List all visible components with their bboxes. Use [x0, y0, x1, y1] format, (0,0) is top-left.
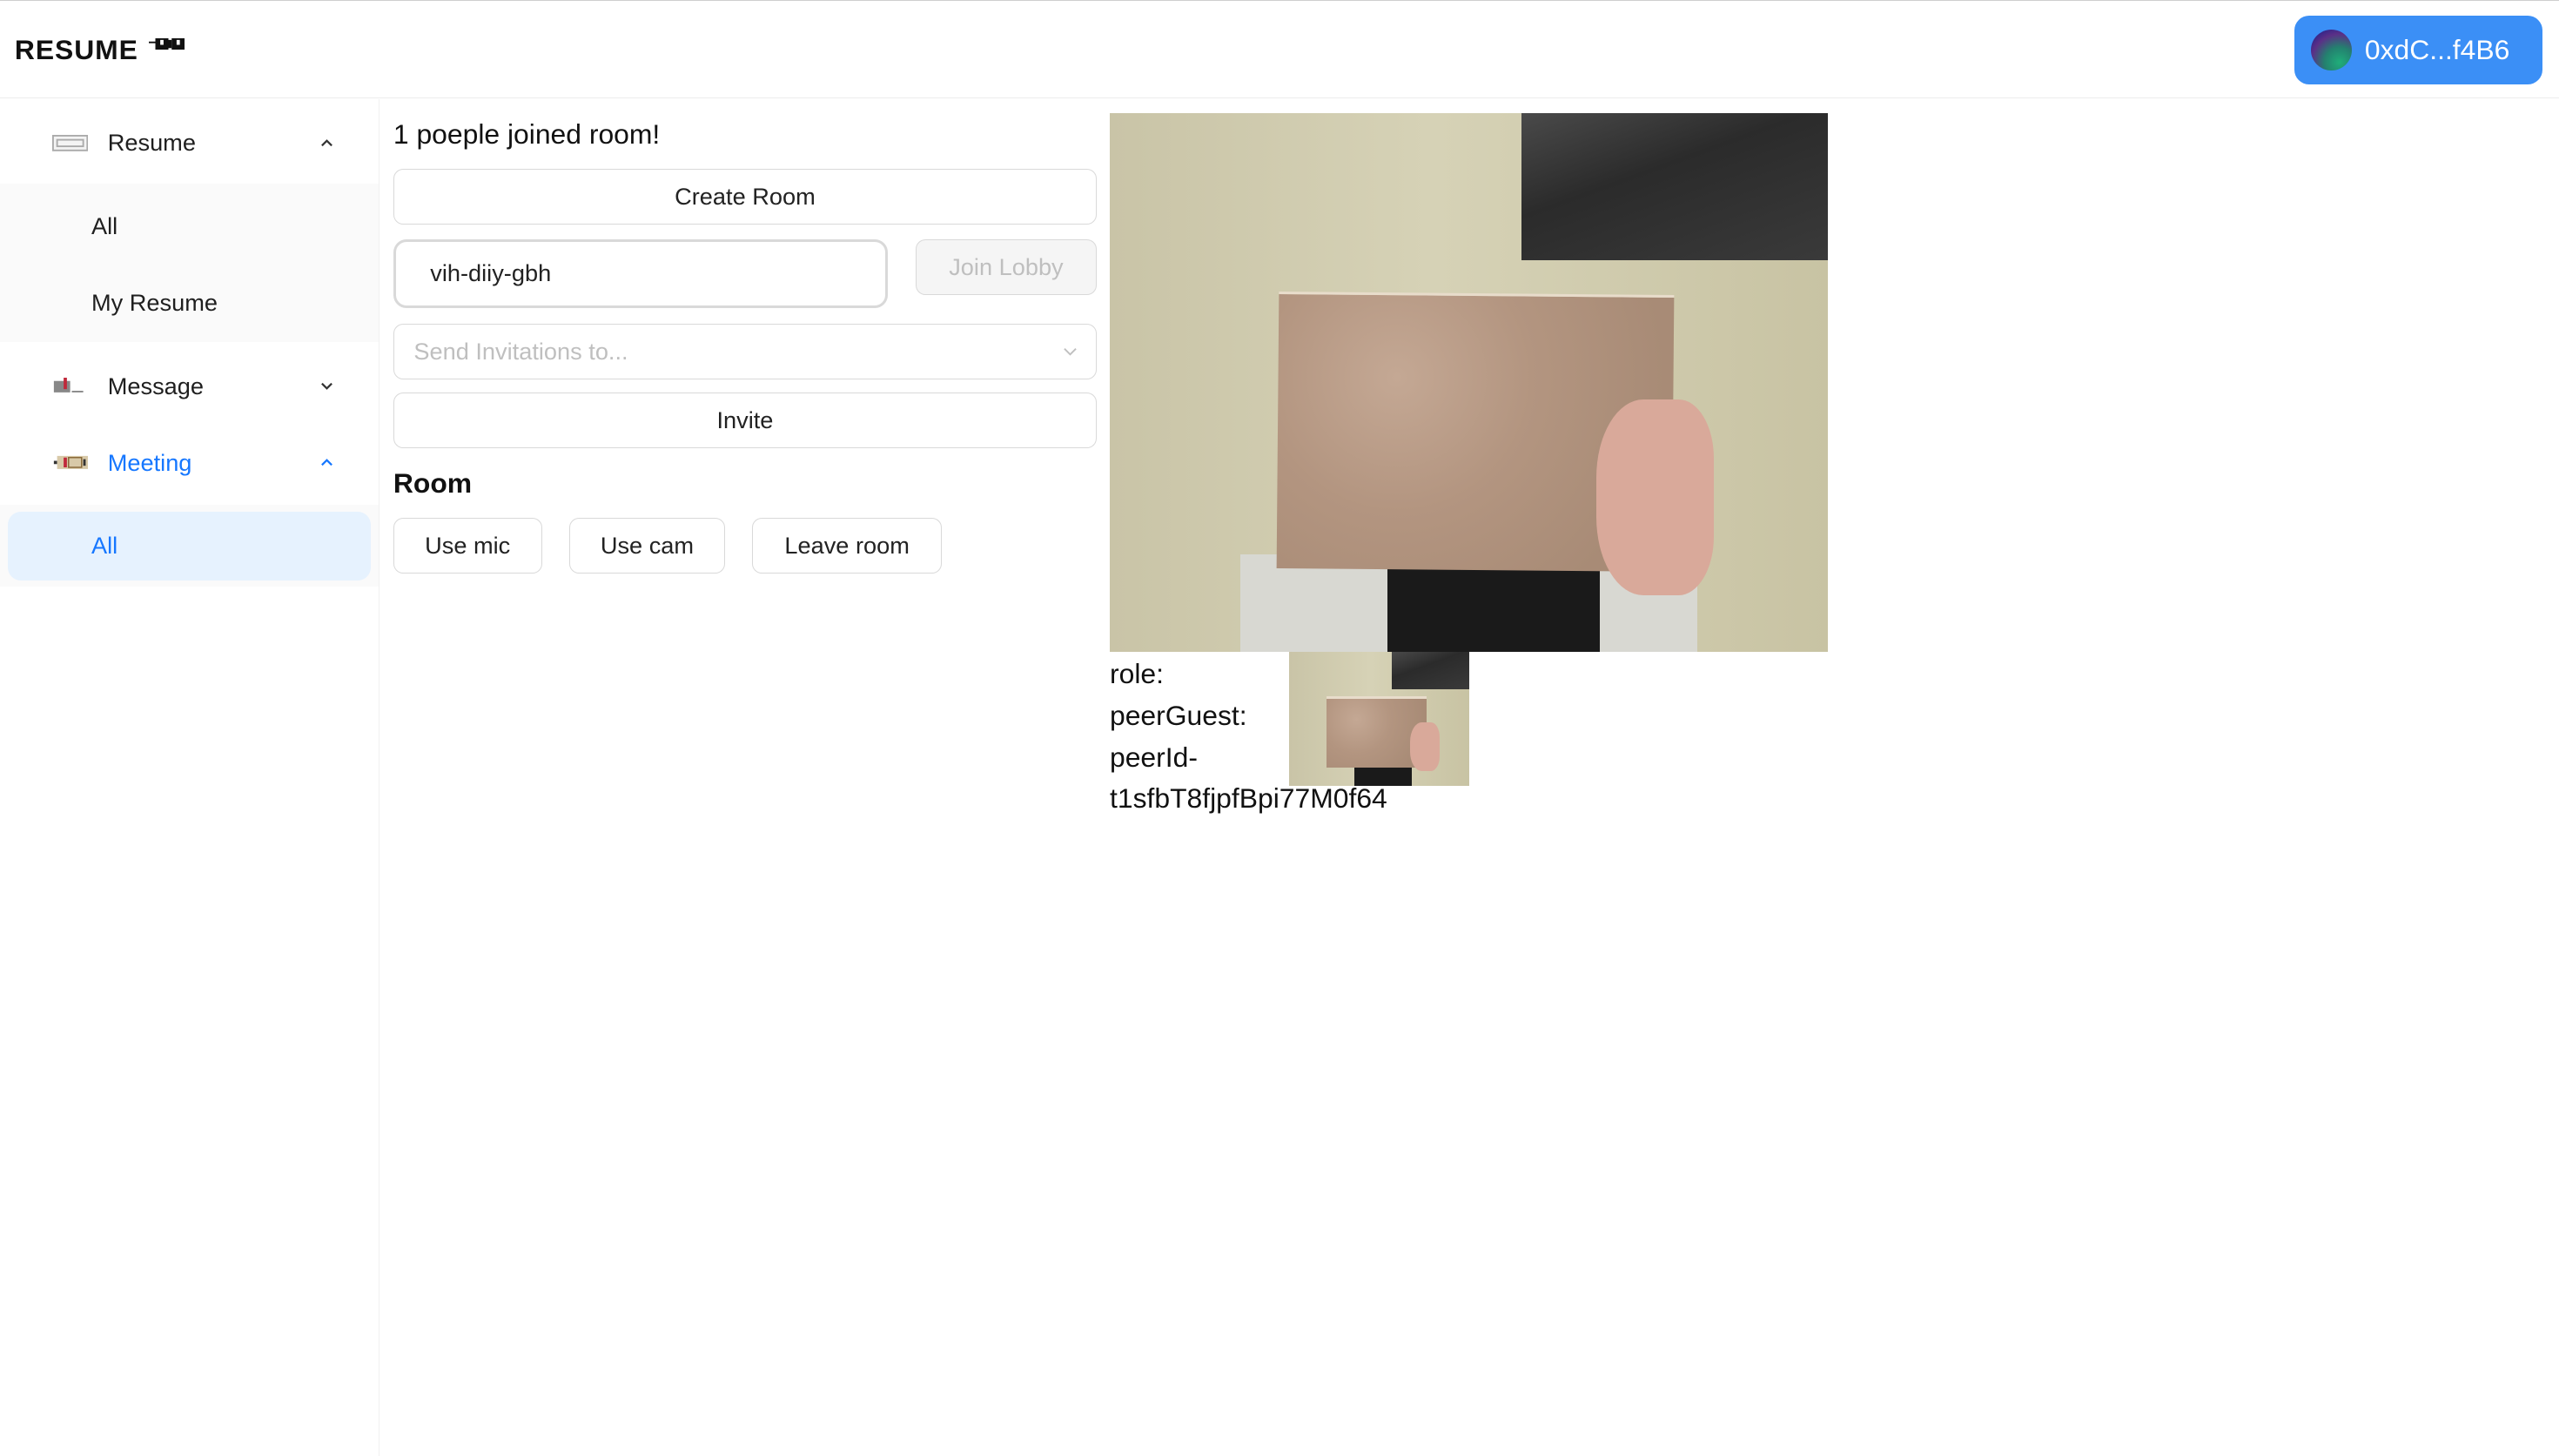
app: RESUME 0xdC...f4B6 Resume All My Resume … [0, 0, 2559, 1456]
chevron-up-icon [320, 459, 332, 466]
invite-button[interactable]: Invite [393, 393, 1097, 448]
room-code-input[interactable] [393, 238, 888, 308]
resume-submenu: All My Resume [0, 184, 379, 342]
chevron-up-icon [320, 138, 332, 146]
resume-icon [52, 134, 89, 151]
header: RESUME 0xdC...f4B6 [0, 1, 2559, 98]
sidebar-item-label: Resume [107, 129, 196, 157]
avatar [2311, 29, 2352, 70]
invite-select[interactable]: Send Invitations to... [393, 324, 1097, 379]
use-mic-button[interactable]: Use mic [393, 518, 542, 574]
sidebar-item-resume-all[interactable]: All [0, 193, 379, 258]
join-lobby-button[interactable]: Join Lobby [915, 238, 1097, 295]
tv-shape [1392, 652, 1469, 690]
room-heading: Room [393, 467, 473, 500]
peer-id-prefix: peerId- [1110, 741, 1198, 773]
logo[interactable]: RESUME [15, 34, 138, 66]
create-room-button[interactable]: Create Room [393, 169, 1097, 225]
meeting-icon [53, 456, 89, 470]
sidebar-item-label: Meeting [107, 448, 192, 476]
wallet-button[interactable]: 0xdC...f4B6 [2294, 15, 2543, 84]
sidebar-item-label: Message [107, 372, 205, 399]
sidebar-item-label: All [91, 211, 118, 239]
message-icon [53, 378, 84, 393]
sidebar-item-meeting[interactable]: Meeting [0, 430, 379, 495]
hand-shape [1595, 399, 1714, 595]
status-text: 1 poeple joined room! [393, 118, 661, 150]
hand-shape [1410, 721, 1440, 771]
sidebar-item-my-resume[interactable]: My Resume [0, 270, 379, 335]
logo-icon [148, 38, 185, 50]
leave-room-button[interactable]: Leave room [752, 518, 942, 574]
sidebar: Resume All My Resume Message Meeting All [0, 98, 379, 1456]
sidebar-item-label: All [91, 532, 118, 560]
sidebar-item-message[interactable]: Message [0, 353, 379, 419]
peer-id: t1sfbT8fjpfBpi77M0f64 [1110, 782, 1387, 815]
meeting-submenu: All [0, 505, 379, 587]
invite-placeholder: Send Invitations to... [413, 338, 628, 366]
peer-guest: peerGuest: [1110, 699, 1247, 731]
sidebar-item-label: My Resume [91, 288, 218, 316]
tv-shape [1521, 113, 1828, 261]
chevron-down-icon [1063, 347, 1077, 356]
wallet-address: 0xdC...f4B6 [2364, 33, 2510, 65]
use-cam-button[interactable]: Use cam [569, 518, 725, 574]
peer-role: role: [1110, 658, 1164, 689]
peer-info: role: peerGuest: peerId- t1sfbT8fjpfBpi7… [1110, 654, 1387, 820]
sidebar-item-meeting-all[interactable]: All [8, 511, 371, 580]
chevron-down-icon [320, 382, 332, 390]
local-video [1110, 113, 1828, 653]
sidebar-item-resume[interactable]: Resume [0, 111, 379, 176]
